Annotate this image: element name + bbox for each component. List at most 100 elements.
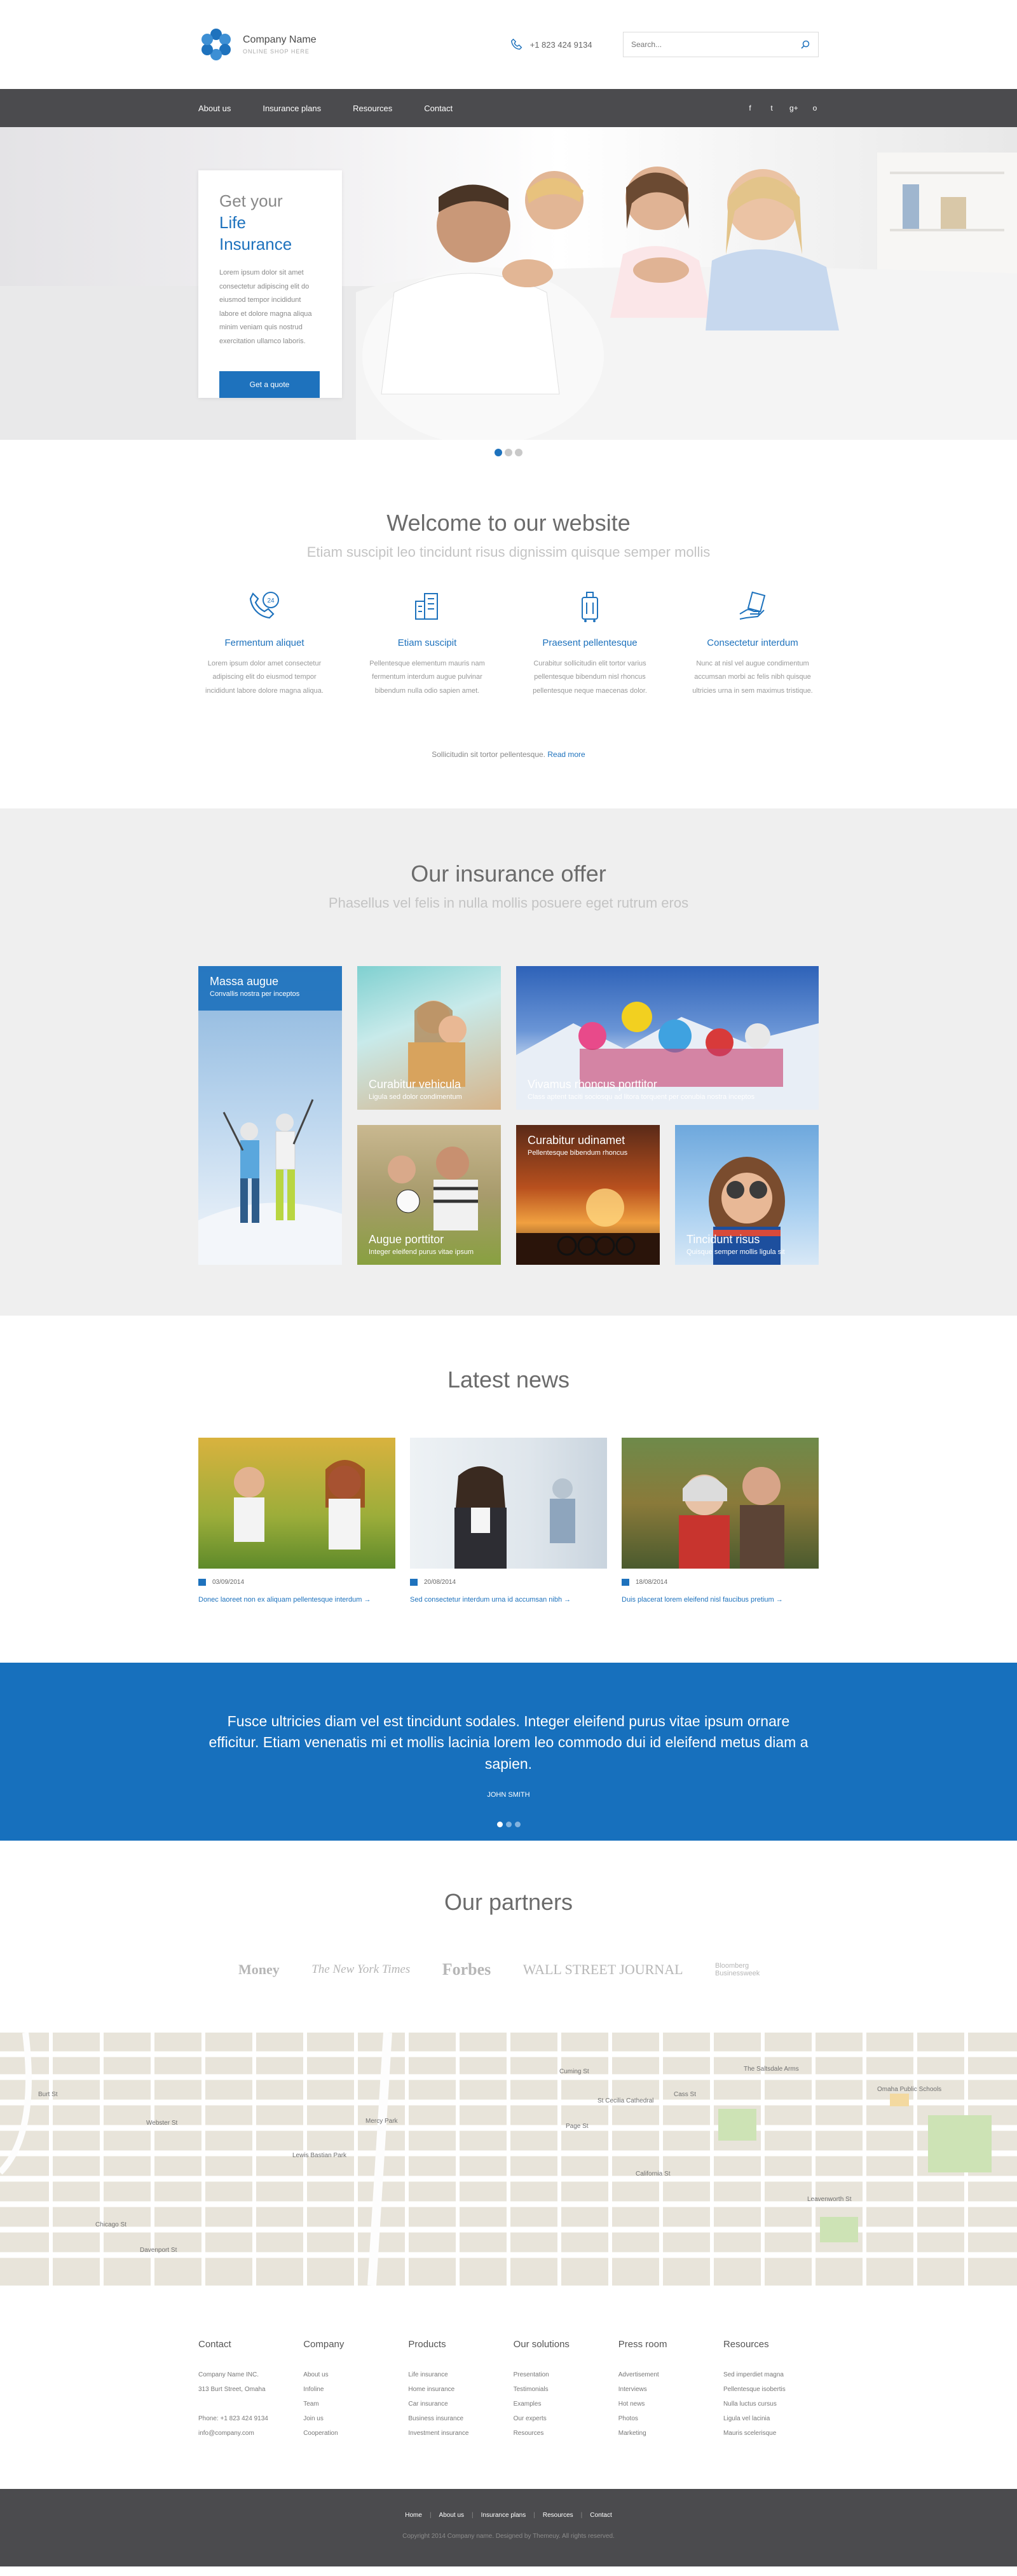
google-plus-icon[interactable]: g+: [789, 104, 798, 112]
partners-section: Our partners Money The New York Times Fo…: [0, 1841, 1017, 2033]
partner-logo-wsj[interactable]: WALL STREET JOURNAL: [523, 1961, 683, 1978]
twitter-icon[interactable]: t: [768, 104, 775, 112]
testimonial-author: JOHN SMITH: [487, 1791, 530, 1799]
footer-nav-about-us[interactable]: About us: [439, 2512, 464, 2519]
footer-link[interactable]: Team: [303, 2397, 399, 2411]
feature-text: Lorem ipsum dolor amet consectetur adipi…: [205, 660, 324, 695]
feature-title: Etiam suscipit: [397, 637, 457, 648]
welcome-title: Welcome to our website: [386, 510, 631, 536]
news-link[interactable]: Duis placerat lorem eleifend nisl faucib…: [622, 1596, 819, 1604]
footer-link[interactable]: Pellentesque isobertis: [723, 2382, 819, 2397]
footer-link[interactable]: Infoline: [303, 2382, 399, 2397]
slider-dot-3[interactable]: [515, 449, 522, 456]
logo[interactable]: Company Name ONLINE SHOP HERE: [198, 27, 317, 62]
footer-link[interactable]: Join us: [303, 2411, 399, 2426]
footer-nav-home[interactable]: Home: [405, 2512, 422, 2519]
map-label: Lewis Bastian Park: [292, 2152, 347, 2159]
hero-pagination: [0, 440, 1017, 465]
offer-tile-augue-porttitor[interactable]: Augue porttitor Integer eleifend purus v…: [357, 1125, 501, 1265]
phone-24-icon: 24: [249, 592, 279, 619]
news-item: 03/09/2014 Donec laoreet non ex aliquam …: [198, 1438, 395, 1604]
testimonial-dot-3[interactable]: [514, 1822, 521, 1828]
footer-link[interactable]: Mauris scelerisque: [723, 2426, 819, 2441]
offer-tile-curabitur-udinamet[interactable]: Curabitur udinamet Pellentesque bibendum…: [516, 1125, 660, 1265]
footer-link[interactable]: Nulla luctus cursus: [723, 2397, 819, 2411]
footer-column-title: Company: [303, 2339, 345, 2350]
hero-family-photo: [0, 153, 1017, 440]
footer-nav-insurance-plans[interactable]: Insurance plans: [481, 2512, 526, 2519]
search-input[interactable]: [631, 40, 800, 49]
calendar-icon: [410, 1579, 418, 1586]
slider-dot-1[interactable]: [495, 449, 502, 456]
tile-text: Pellentesque bibendum rhoncus: [528, 1149, 628, 1157]
footer-bottom-bar: Home | About us | Insurance plans | Resourc…: [0, 2489, 1017, 2566]
footer-link[interactable]: Home insurance: [408, 2382, 503, 2397]
readmore-link[interactable]: Read more: [547, 750, 585, 759]
footer-link[interactable]: Testimonials: [514, 2382, 609, 2397]
get-quote-button[interactable]: Get a quote: [219, 371, 320, 399]
search-icon[interactable]: [800, 39, 810, 50]
footer-link[interactable]: Investment insurance: [408, 2426, 503, 2441]
offer-tile-vivamus-rhoncus[interactable]: Vivamus rhoncus porttitor Class aptent t…: [516, 966, 819, 1110]
arrow-right-icon: →: [564, 1596, 571, 1604]
news-image[interactable]: [622, 1438, 819, 1569]
tile-text: Integer eleifend purus vitae ipsum: [369, 1248, 474, 1256]
nav-resources[interactable]: Resources: [353, 104, 392, 113]
footer-link[interactable]: Ligula vel lacinia: [723, 2411, 819, 2426]
main-nav: About us Insurance plans Resources Conta…: [0, 89, 1017, 127]
facebook-icon[interactable]: f: [746, 104, 754, 112]
features-row: 24 Fermentum aliquet Lorem ipsum dolor a…: [198, 586, 819, 698]
footer-link[interactable]: Car insurance: [408, 2397, 503, 2411]
footer-link[interactable]: Presentation: [514, 2368, 609, 2382]
partner-logos: Money The New York Times Forbes WALL STR…: [238, 1960, 779, 1979]
footer-link[interactable]: Marketing: [618, 2426, 714, 2441]
testimonial-dot-2[interactable]: [505, 1822, 512, 1828]
nav-insurance-plans[interactable]: Insurance plans: [263, 104, 321, 113]
news-date: 18/08/2014: [622, 1579, 819, 1586]
offer-tile-curabitur-vehicula[interactable]: Curabitur vehicula Ligula sed dolor cond…: [357, 966, 501, 1110]
footer-link[interactable]: Advertisement: [618, 2368, 714, 2382]
news-image[interactable]: [198, 1438, 395, 1569]
footer-link[interactable]: Business insurance: [408, 2411, 503, 2426]
offer-tile-massa-augue[interactable]: Massa augue Convallis nostra per incepto…: [198, 966, 342, 1265]
footer-link: Phone: +1 823 424 9134: [198, 2415, 268, 2422]
slider-dot-2[interactable]: [505, 449, 512, 456]
nav-contact[interactable]: Contact: [424, 104, 453, 113]
partner-logo-forbes[interactable]: Forbes: [442, 1960, 491, 1979]
map-label: Davenport St: [140, 2247, 177, 2254]
search-box: [623, 32, 819, 57]
latest-news-section: Latest news 03/09/2014 Donec laoreet non…: [0, 1316, 1017, 1663]
footer-link[interactable]: Photos: [618, 2411, 714, 2426]
footer-nav-contact[interactable]: Contact: [590, 2512, 611, 2519]
news-link[interactable]: Donec laoreet non ex aliquam pellentesqu…: [198, 1596, 395, 1604]
dribbble-icon[interactable]: o: [811, 104, 819, 112]
feature-item: Consectetur interdum Nunc at nisl vel au…: [686, 586, 819, 698]
footer-link[interactable]: Sed imperdiet magna: [723, 2368, 819, 2382]
footer-link[interactable]: Life insurance: [408, 2368, 503, 2382]
footer-column: Resources Sed imperdiet magna Pellentesque…: [723, 2339, 819, 2441]
footer-link[interactable]: Examples: [514, 2397, 609, 2411]
footer-link[interactable]: Our experts: [514, 2411, 609, 2426]
news-link[interactable]: Sed consectetur interdum urna id accumsa…: [410, 1596, 607, 1604]
partner-logo-money[interactable]: Money: [238, 1961, 280, 1978]
footer-link[interactable]: Interviews: [618, 2382, 714, 2397]
nav-about-us[interactable]: About us: [198, 104, 231, 113]
tile-title: Augue porttitor: [369, 1233, 444, 1246]
offer-tile-tincidunt-risus[interactable]: Tincidunt risus Quisque semper mollis li…: [675, 1125, 819, 1265]
partner-logo-nytimes[interactable]: The New York Times: [311, 1963, 410, 1977]
tile-text: Class aptent taciti sociosqu ad litora t…: [528, 1093, 755, 1101]
news-image[interactable]: [410, 1438, 607, 1569]
feature-item: Etiam suscipit Pellentesque elementum ma…: [361, 586, 493, 698]
footer-link[interactable]: Cooperation: [303, 2426, 399, 2441]
footer-link[interactable]: About us: [303, 2368, 399, 2382]
location-map[interactable]: Cuming St Burt St Webster St California …: [0, 2033, 1017, 2286]
feature-text: Pellentesque elementum mauris nam fermen…: [369, 660, 485, 695]
footer-nav-resources[interactable]: Resources: [543, 2512, 573, 2519]
welcome-subtitle: Etiam suscipit leo tincidunt risus digni…: [306, 544, 711, 560]
testimonial-dot-1[interactable]: [496, 1822, 503, 1828]
footer-link[interactable]: Resources: [514, 2426, 609, 2441]
footer-link[interactable]: Hot news: [618, 2397, 714, 2411]
feature-text: Curabitur sollicitudin elit tortor variu…: [533, 660, 647, 695]
partner-logo-bloomberg[interactable]: Bloomberg Businessweek: [715, 1962, 779, 1977]
map-label: Chicago St: [95, 2221, 126, 2228]
